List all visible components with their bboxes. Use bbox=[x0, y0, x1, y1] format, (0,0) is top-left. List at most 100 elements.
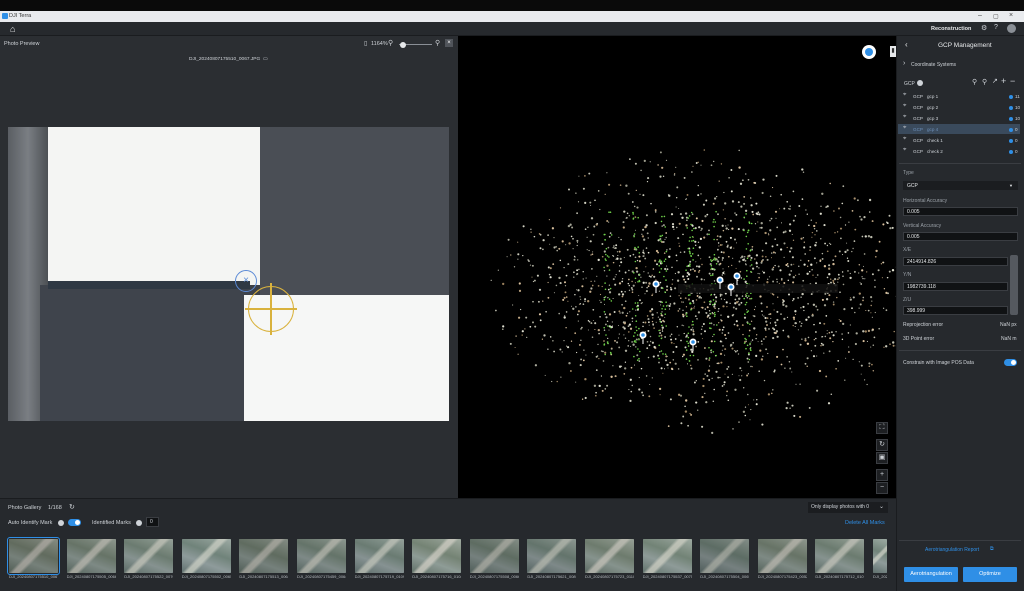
aerotriangulation-button[interactable]: Aerotriangulation bbox=[904, 567, 958, 582]
gcp-pin-icon[interactable] bbox=[733, 272, 741, 286]
thumbnail-label: DJI_20240807175508_0066 bbox=[469, 574, 519, 579]
vertical-accuracy-label: Vertical Accuracy bbox=[903, 223, 942, 229]
gcp-info-icon[interactable] bbox=[917, 80, 923, 86]
optimize-button[interactable]: Optimize bbox=[963, 567, 1017, 582]
panel-scrollbar[interactable] bbox=[1010, 255, 1018, 315]
constrain-toggle[interactable] bbox=[1004, 359, 1017, 366]
thumbnail-label: DJI_20240807175537_0075 bbox=[642, 574, 692, 579]
view-rotate-icon[interactable]: ↻ bbox=[876, 439, 888, 451]
point-cloud-viewer[interactable]: ⛶ ↻ ▣ + − bbox=[458, 36, 896, 498]
gallery-thumbnail[interactable] bbox=[239, 539, 289, 573]
thumbnail-label: DJI_20240807175719_0109 bbox=[354, 574, 404, 579]
gallery-thumbnail[interactable] bbox=[412, 539, 462, 573]
fit-icon[interactable]: ▯ bbox=[364, 40, 367, 47]
top-bar: ⌂ Reconstruction ⚙ ? bbox=[0, 22, 1024, 36]
gcp-pin-icon[interactable] bbox=[639, 331, 647, 345]
type-select[interactable]: GCP ▼ bbox=[903, 181, 1018, 190]
search-gcp-icon[interactable]: ⚲ bbox=[972, 78, 977, 86]
back-icon[interactable]: ‹ bbox=[905, 40, 908, 49]
refresh-icon[interactable]: ↻ bbox=[69, 503, 75, 511]
thumbnail-label: DJI_20240807175423_0052 bbox=[757, 574, 807, 579]
gallery-count: 1/168 bbox=[48, 505, 62, 511]
mark-count-dot bbox=[1009, 149, 1013, 154]
external-link-icon[interactable]: ⧉ bbox=[990, 546, 994, 552]
vertical-accuracy-field[interactable]: 0.005 bbox=[903, 232, 1018, 241]
gcp-row[interactable]: ⌖ GCP gcp 3 10 bbox=[898, 113, 1020, 123]
settings-icon[interactable]: ⚙ bbox=[981, 24, 987, 32]
thumbnail-label: DJI_20240807175621_0089 bbox=[527, 574, 577, 579]
user-avatar-icon[interactable] bbox=[1007, 24, 1016, 33]
remove-gcp-icon[interactable]: − bbox=[1010, 76, 1015, 86]
gallery-thumbnail[interactable] bbox=[181, 539, 231, 573]
reprojection-error-value: NaN px bbox=[1000, 322, 1017, 328]
zoom-level: 1164% bbox=[371, 41, 388, 47]
info-icon[interactable]: ▭ bbox=[263, 56, 268, 62]
zoom-out-3d-icon[interactable]: − bbox=[876, 482, 888, 494]
gallery-thumbnail[interactable] bbox=[815, 539, 865, 573]
gallery-thumbnail[interactable] bbox=[585, 539, 634, 573]
gcp-mark-icon[interactable]: × bbox=[235, 270, 257, 292]
auto-identify-info-icon[interactable] bbox=[58, 520, 64, 526]
gallery-thumbnail[interactable] bbox=[124, 539, 174, 573]
gallery-thumbnail[interactable] bbox=[873, 539, 887, 573]
zoomed-photo[interactable] bbox=[8, 127, 449, 421]
zoom-slider-handle[interactable] bbox=[400, 41, 406, 48]
gcp-pin-icon[interactable] bbox=[652, 280, 660, 294]
zoom-out-icon[interactable]: ⚲ bbox=[388, 39, 393, 47]
import-gcp-icon[interactable]: ↗ bbox=[992, 77, 998, 85]
auto-identify-label: Auto Identify Mark bbox=[8, 520, 53, 526]
gallery-thumbnail[interactable] bbox=[757, 539, 807, 573]
identified-marks-info-icon[interactable] bbox=[136, 520, 142, 526]
display-filter-select[interactable]: Only display photos with 0 ⌄ bbox=[808, 502, 888, 513]
point-cloud bbox=[490, 149, 896, 435]
gcp-row[interactable]: ⌖ GCP check 1 0 bbox=[898, 135, 1020, 145]
gallery-thumbnail[interactable] bbox=[527, 539, 577, 573]
mode-label: Reconstruction bbox=[931, 26, 972, 32]
coordinate-systems-label[interactable]: Coordinate Systems bbox=[911, 62, 956, 68]
view-perspective-icon[interactable]: ⛶ bbox=[876, 422, 888, 434]
x-label: X/E bbox=[903, 247, 912, 253]
gallery-thumbnail[interactable] bbox=[469, 539, 519, 573]
z-field[interactable]: 398.999 bbox=[903, 306, 1008, 315]
pin-icon: ⌖ bbox=[903, 147, 907, 153]
close-window-icon[interactable]: × bbox=[1009, 12, 1013, 19]
x-field[interactable]: 2414914.826 bbox=[903, 257, 1008, 266]
delete-all-marks-link[interactable]: Delete All Marks bbox=[845, 520, 885, 526]
close-preview-icon[interactable]: × bbox=[445, 39, 453, 47]
minimize-icon[interactable]: – bbox=[978, 12, 982, 19]
thumbnail-label: DJI_20240807175504_0065 bbox=[700, 574, 750, 579]
app-logo-icon bbox=[2, 13, 8, 19]
horizontal-accuracy-field[interactable]: 0.005 bbox=[903, 207, 1018, 216]
maximize-icon[interactable]: ▢ bbox=[993, 13, 999, 20]
locate-gcp-icon[interactable]: ⚲ bbox=[982, 78, 987, 86]
gallery-thumbnail[interactable] bbox=[700, 539, 750, 573]
gcp-row[interactable]: ⌖ GCP gcp 2 10 bbox=[898, 102, 1020, 112]
identified-marks-count[interactable]: 0 bbox=[146, 517, 159, 527]
gcp-row-selected[interactable]: ⌖ GCP gcp 4 0 bbox=[898, 124, 1020, 134]
photo-preview-title: Photo Preview bbox=[4, 41, 40, 47]
view-cube-icon[interactable]: ▣ bbox=[876, 452, 888, 464]
help-icon[interactable]: ? bbox=[994, 24, 998, 31]
auto-identify-toggle[interactable] bbox=[68, 519, 81, 526]
gallery-thumbnail[interactable] bbox=[642, 539, 692, 573]
gallery-thumbnail[interactable] bbox=[297, 539, 346, 573]
constrain-label: Constrain with Image POS Data bbox=[903, 360, 974, 366]
collapse-panel-icon[interactable]: ▮ bbox=[890, 46, 896, 57]
aerotriangulation-report-link[interactable]: Aerotriangulation Report bbox=[925, 547, 979, 553]
add-gcp-icon[interactable]: + bbox=[1001, 76, 1006, 86]
gcp-row[interactable]: ⌖ GCP gcp 1 11 bbox=[898, 91, 1020, 101]
zoom-slider[interactable] bbox=[399, 41, 432, 48]
home-icon[interactable]: ⌂ bbox=[10, 24, 15, 34]
gcp-row[interactable]: ⌖ GCP check 2 0 bbox=[898, 146, 1020, 156]
gallery-thumbnail[interactable] bbox=[354, 539, 404, 573]
gallery-thumbnail-selected[interactable] bbox=[7, 537, 60, 575]
camera-toggle-icon[interactable] bbox=[862, 45, 876, 59]
divider bbox=[899, 540, 1021, 541]
gallery-thumbnail[interactable] bbox=[66, 539, 116, 573]
thumbnail-label: DJI_20240807175459_0064 bbox=[297, 574, 346, 579]
crosshair-icon[interactable] bbox=[245, 283, 297, 335]
zoom-in-icon[interactable]: ⚲ bbox=[435, 39, 440, 47]
y-field[interactable]: 1982739.118 bbox=[903, 282, 1008, 291]
zoom-in-3d-icon[interactable]: + bbox=[876, 469, 888, 481]
chevron-right-icon[interactable]: › bbox=[903, 60, 905, 67]
